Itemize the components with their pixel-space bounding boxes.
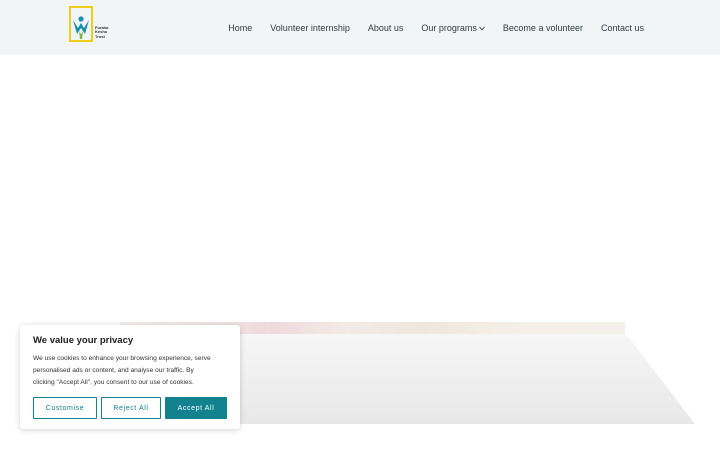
nav-our-programs-label: Our programs	[421, 22, 477, 33]
cookie-text-line: personalised ads or content, and analyse…	[33, 367, 194, 374]
customise-button[interactable]: Customise	[33, 397, 97, 419]
logo-figure-icon	[73, 16, 89, 39]
nav-contact-us-label: Contact us	[600, 22, 644, 33]
main-nav: Home Volunteer internship About us Our p…	[228, 0, 644, 55]
logo-text: Furaha Kesho Trust	[95, 25, 115, 39]
nav-become-a-volunteer[interactable]: Become a volunteer	[503, 23, 583, 33]
cookie-text-line: We use cookies to enhance your browsing …	[33, 355, 211, 362]
site-header: Furaha Kesho Trust Home Volunteer intern…	[0, 0, 720, 55]
nav-our-programs[interactable]: Our programs	[421, 23, 485, 33]
chevron-down-icon	[479, 26, 485, 31]
reject-all-button[interactable]: Reject All	[101, 397, 161, 419]
site-logo[interactable]: Furaha Kesho Trust	[68, 6, 112, 44]
nav-home[interactable]: Home	[228, 23, 252, 33]
cookie-description: We use cookies to enhance your browsing …	[33, 353, 227, 389]
cookie-buttons: Customise Reject All Accept All	[33, 397, 227, 419]
cookie-consent-banner: We value your privacy We use cookies to …	[20, 325, 240, 429]
nav-about-us-label: About us	[367, 22, 404, 33]
cookie-title: We value your privacy	[33, 335, 134, 346]
nav-home-label: Home	[228, 22, 253, 33]
nav-become-a-volunteer-label: Become a volunteer	[502, 22, 583, 33]
nav-volunteer-internship-label: Volunteer internship	[270, 22, 350, 33]
nav-contact-us[interactable]: Contact us	[601, 23, 644, 33]
accept-all-button[interactable]: Accept All	[165, 397, 227, 419]
logo-text-line: Trust	[95, 33, 105, 39]
nav-about-us[interactable]: About us	[368, 23, 404, 33]
cookie-text-line: clicking "Accept All", you consent to ou…	[33, 379, 194, 386]
nav-volunteer-internship[interactable]: Volunteer internship	[270, 23, 350, 33]
